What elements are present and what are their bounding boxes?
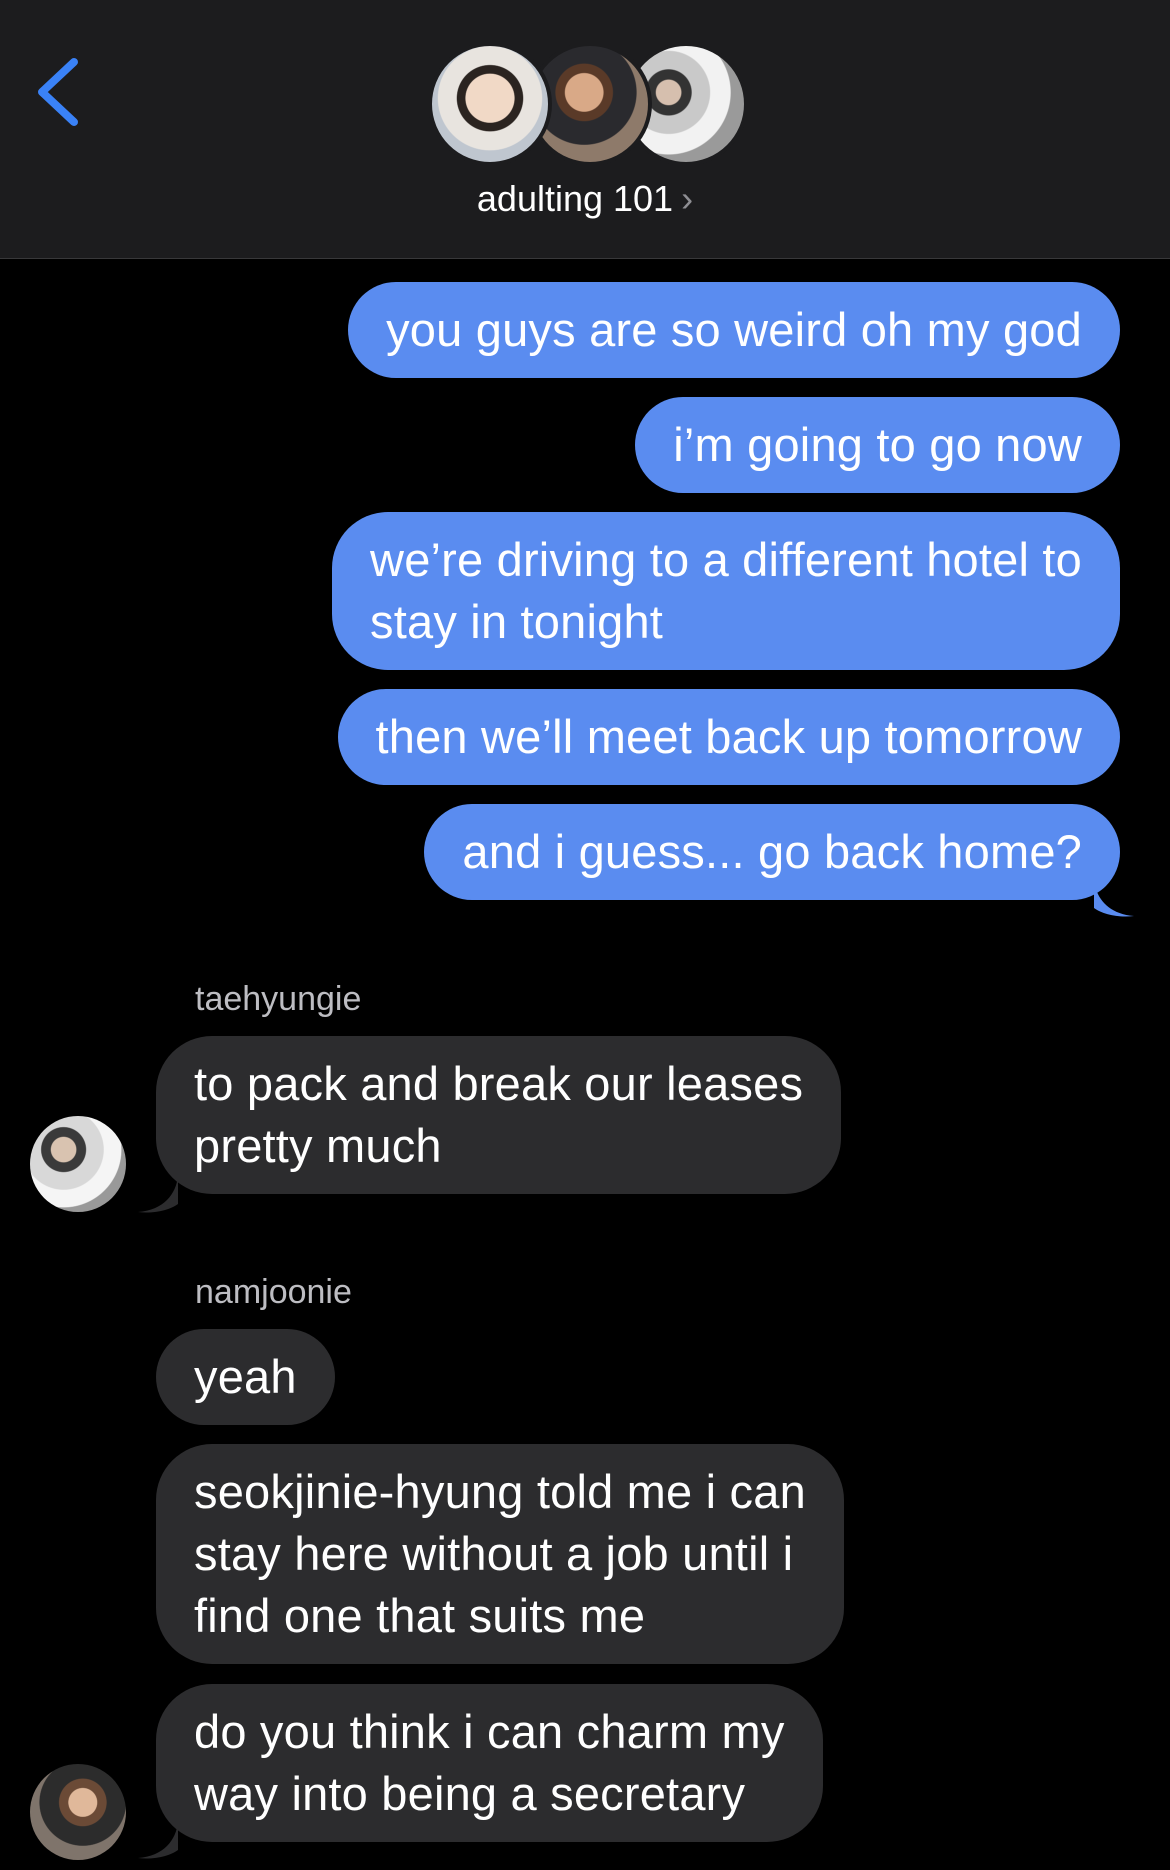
outgoing-message[interactable]: i’m going to go now — [635, 397, 1120, 493]
back-button[interactable] — [30, 52, 90, 132]
message-text: seokjinie-hyung told me i can — [194, 1465, 806, 1518]
incoming-message[interactable]: yeah — [156, 1329, 335, 1425]
group-name-button[interactable]: adulting 101 › — [0, 178, 1170, 220]
avatar — [428, 42, 552, 166]
outgoing-message[interactable]: then we’ll meet back up tomorrow — [337, 689, 1120, 785]
bubble-tail — [138, 1176, 178, 1213]
message-text: you guys are so weird oh my god — [386, 303, 1082, 356]
message-text: stay here without a job until i — [194, 1527, 794, 1580]
message-text: find one that suits me — [194, 1589, 646, 1642]
message-text: to pack and break our leases — [194, 1057, 804, 1110]
message-text: we’re driving to a different hotel to — [370, 533, 1082, 586]
outgoing-message[interactable]: you guys are so weird oh my god — [348, 282, 1120, 378]
chevron-left-icon — [38, 58, 78, 126]
incoming-message[interactable]: seokjinie-hyung told me i can stay here … — [156, 1444, 844, 1664]
message-text: way into being a secretary — [194, 1767, 746, 1820]
incoming-message[interactable]: do you think i can charm my way into bei… — [156, 1684, 823, 1842]
sender-name: namjoonie — [195, 1273, 352, 1311]
avatar[interactable] — [30, 1764, 126, 1860]
sender-name: taehyungie — [195, 980, 362, 1018]
message-text: pretty much — [194, 1119, 442, 1172]
bubble-tail — [1094, 880, 1134, 917]
avatar[interactable] — [30, 1116, 126, 1212]
message-text: do you think i can charm my — [194, 1705, 785, 1758]
outgoing-message[interactable]: we’re driving to a different hotel to st… — [332, 512, 1120, 670]
incoming-message[interactable]: to pack and break our leases pretty much — [156, 1036, 842, 1194]
conversation-header: adulting 101 › — [0, 0, 1170, 259]
group-avatars[interactable] — [428, 42, 748, 168]
message-text: i’m going to go now — [673, 418, 1082, 471]
message-text: stay in tonight — [370, 595, 664, 648]
bubble-tail — [138, 1822, 178, 1859]
outgoing-message[interactable]: and i guess... go back home? — [424, 804, 1120, 900]
message-text: then we’ll meet back up tomorrow — [375, 710, 1082, 763]
chevron-right-icon: › — [681, 178, 694, 219]
message-text: and i guess... go back home? — [462, 825, 1082, 878]
group-name: adulting 101 — [476, 178, 674, 219]
message-text: yeah — [194, 1350, 297, 1403]
